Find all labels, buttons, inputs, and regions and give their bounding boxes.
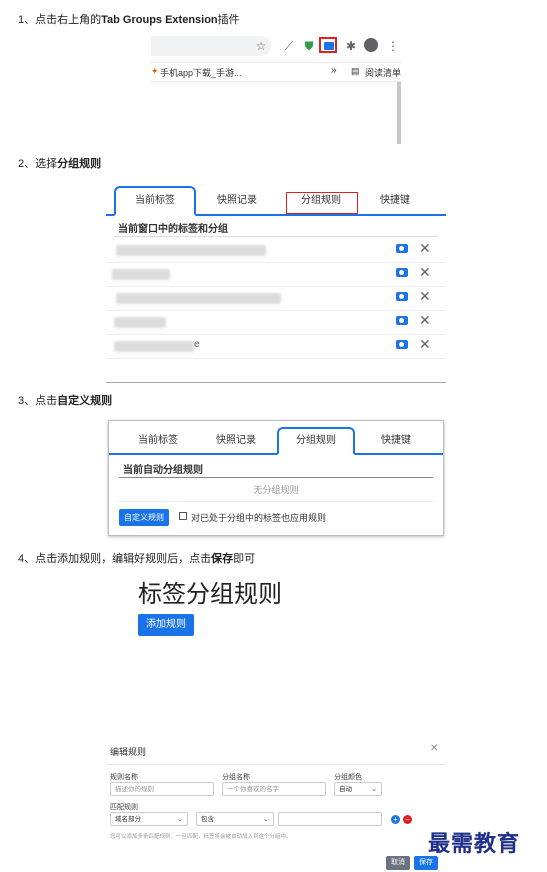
blurred-tab-title [114, 317, 166, 328]
match-operator-value: 包含 [201, 816, 214, 823]
tab-bar: 当前标签 快照记录 分组规则 快捷键 [106, 186, 446, 216]
tab-snapshot[interactable]: 快照记录 [197, 429, 275, 453]
step-4-bold: 保存 [211, 553, 234, 565]
tab-row[interactable]: ✕ [106, 310, 446, 335]
step-3-text: 3、点击自定义规则 [18, 392, 112, 408]
tab-row[interactable]: ✕ [106, 262, 446, 287]
match-operator-select[interactable]: 包含 ⌄ [196, 812, 274, 826]
cancel-button[interactable]: 取消 [386, 856, 410, 870]
step-1-suffix: 插件 [217, 14, 240, 26]
tab-snapshot[interactable]: 快照记录 [198, 188, 276, 214]
scrollbar[interactable] [397, 82, 401, 144]
custom-rule-button[interactable]: 自定义规则 [119, 509, 169, 526]
tab-title-suffix: e [194, 339, 200, 350]
bookmark-item[interactable]: 手机app下载_手游... [160, 66, 242, 79]
bookmark-favicon-icon: ✦ [151, 66, 159, 76]
camera-icon[interactable] [396, 292, 408, 301]
step-1-text: 1、点击右上角的Tab Groups Extension插件 [18, 11, 240, 27]
step-2-bold: 分组规则 [57, 158, 102, 170]
step-2-text: 2、选择分组规则 [18, 155, 101, 171]
blurred-tab-title [112, 269, 170, 280]
puzzle-icon[interactable]: ✱ [343, 38, 359, 54]
blurred-tab-title [116, 293, 281, 304]
profile-avatar-icon[interactable] [364, 38, 378, 52]
reading-list[interactable]: 阅读清单 [365, 66, 401, 79]
empty-rules-text: 无分组规则 [253, 485, 299, 495]
group-color-value: 自动 [339, 786, 352, 793]
close-icon[interactable]: ✕ [430, 743, 438, 754]
tab-row[interactable]: e ✕ [106, 334, 446, 359]
checkbox-label: 对已处于分组中的标签也应用规则 [191, 513, 327, 523]
chevron-down-icon: ⌄ [371, 786, 377, 793]
close-icon[interactable]: ✕ [419, 264, 431, 280]
tab-group-rules[interactable]: 分组规则 [277, 427, 355, 455]
divider [114, 236, 438, 237]
rule-name-input[interactable]: 描述你的规则 [110, 782, 214, 796]
blurred-tab-title [116, 245, 266, 256]
step-2-prefix: 2、选择 [18, 158, 58, 170]
divider [119, 501, 433, 502]
star-icon[interactable]: ☆ [253, 38, 269, 54]
tab-row[interactable]: ✕ [106, 238, 446, 263]
edit-rule-dialog: 编辑规则 ✕ 规则名称 描述你的规则 分组名称 一个你喜欢的名字 分组颜色 自动… [108, 738, 444, 870]
step-1-bold: Tab Groups Extension [101, 14, 218, 26]
extension-popup-group-rules: 当前标签 快照记录 分组规则 快捷键 当前自动分组规则 无分组规则 自定义规则 … [108, 420, 444, 536]
step-1-prefix: 1、点击右上角的 [18, 14, 102, 26]
shield-icon[interactable]: ⛊ [301, 38, 317, 54]
step-3-bold: 自定义规则 [57, 395, 113, 407]
extension-icon-1[interactable]: ⟋ [281, 38, 297, 54]
step-3-prefix: 3、点击 [18, 395, 58, 407]
group-name-label: 分组名称 [222, 774, 250, 781]
reading-list-icon: ▤ [351, 66, 360, 76]
camera-icon[interactable] [396, 268, 408, 277]
group-color-label: 分组颜色 [334, 774, 362, 781]
menu-dots-icon[interactable]: ⋮ [385, 38, 401, 54]
browser-toolbar-screenshot: ☆ ⟋ ⛊ ✱ ⋮ ✦ 手机app下载_手游... » ▤ 阅读清单 [151, 36, 401, 146]
bookmarks-more[interactable]: » [331, 65, 337, 76]
camera-icon[interactable] [396, 316, 408, 325]
close-icon[interactable]: ✕ [419, 240, 431, 256]
match-value-input[interactable] [278, 812, 382, 826]
highlight-box [286, 192, 358, 214]
add-rule-button[interactable]: 添加规则 [138, 614, 194, 636]
group-color-select[interactable]: 自动 ⌄ [334, 782, 382, 796]
dialog-title: 编辑规则 [110, 747, 147, 757]
match-rules-label: 匹配规则 [110, 804, 138, 811]
tab-bar: 当前标签 快照记录 分组规则 快捷键 [109, 427, 443, 455]
add-condition-icon[interactable]: + [391, 815, 400, 824]
rule-name-label: 规则名称 [110, 774, 138, 781]
camera-icon[interactable] [396, 244, 408, 253]
chevron-down-icon: ⌄ [263, 816, 269, 823]
watermark: 最需教育 [428, 831, 521, 857]
chevron-down-icon: ⌄ [177, 816, 183, 823]
tab-shortcuts[interactable]: 快捷键 [359, 429, 433, 453]
close-icon[interactable]: ✕ [419, 312, 431, 328]
remove-condition-icon[interactable]: − [403, 815, 412, 824]
tab-current[interactable]: 当前标签 [114, 186, 196, 216]
camera-icon[interactable] [396, 340, 408, 349]
extension-popup-current-tabs: 当前标签 快照记录 分组规则 快捷键 当前窗口中的标签和分组 ✕ ✕ ✕ ✕ e… [106, 186, 446, 383]
section-title: 当前窗口中的标签和分组 [118, 224, 228, 235]
divider [108, 764, 444, 765]
divider [119, 477, 433, 478]
step-4-prefix: 4、点击添加规则，编辑好规则后，点击 [18, 553, 212, 565]
tab-row[interactable]: ✕ [106, 286, 446, 311]
step-4-suffix: 即可 [233, 553, 256, 565]
tab-groups-extension-icon[interactable] [319, 37, 337, 53]
save-button[interactable]: 保存 [414, 856, 438, 870]
step-4-text: 4、点击添加规则，编辑好规则后，点击保存即可 [18, 550, 255, 566]
close-icon[interactable]: ✕ [419, 336, 431, 352]
blurred-tab-title [114, 341, 194, 352]
apply-to-grouped-checkbox[interactable] [179, 512, 187, 520]
match-field-value: 域名部分 [115, 816, 141, 823]
tab-shortcuts[interactable]: 快捷键 [360, 188, 430, 214]
tab-current[interactable]: 当前标签 [115, 429, 201, 453]
bookmarks-bar: ✦ 手机app下载_手游... » ▤ 阅读清单 [151, 62, 401, 82]
match-field-select[interactable]: 域名部分 ⌄ [110, 812, 188, 826]
group-name-input[interactable]: 一个你喜欢的名字 [222, 782, 326, 796]
hint-text: 您可以添加多条匹配规则，一旦匹配，标签将会被自动加入到这个分组中。 [110, 834, 292, 840]
close-icon[interactable]: ✕ [419, 288, 431, 304]
section-title: 当前自动分组规则 [123, 465, 203, 476]
rules-page-title: 标签分组规则 [138, 581, 282, 608]
